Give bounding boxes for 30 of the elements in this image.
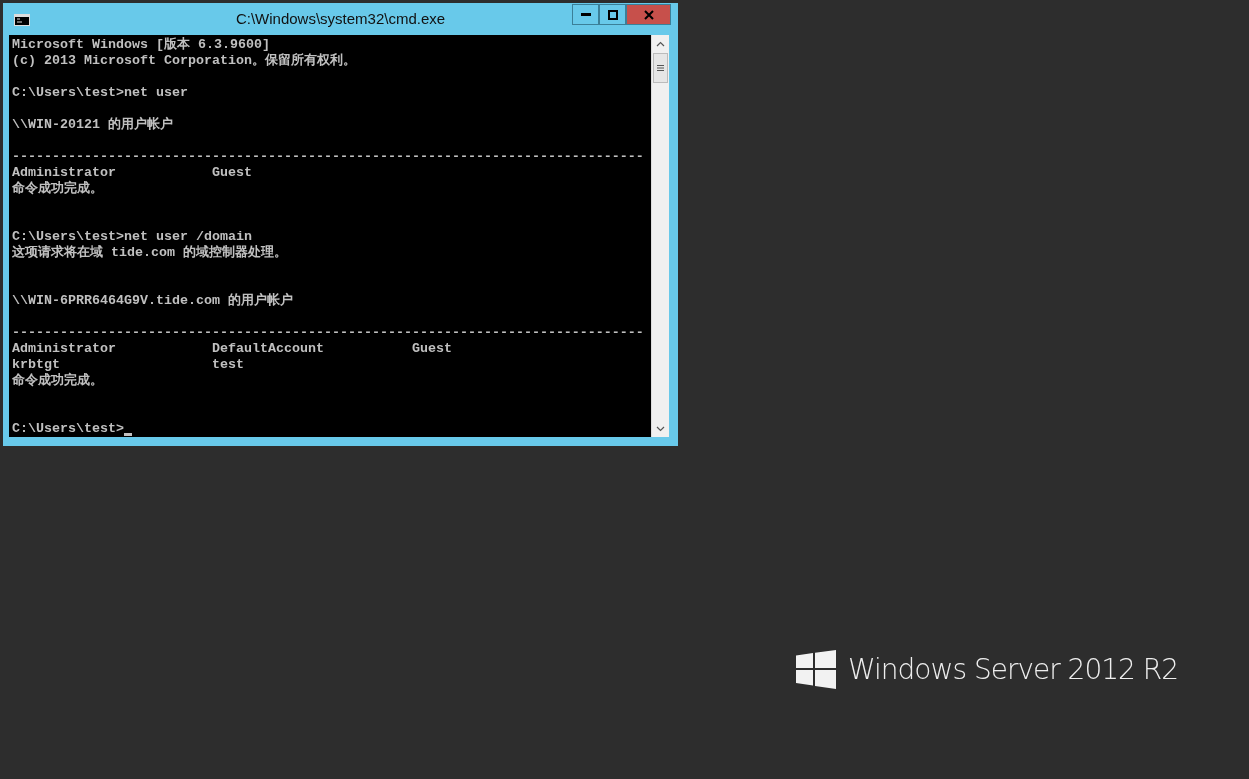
brand-text: Windows Server 2012 R2 bbox=[848, 653, 1179, 686]
chevron-down-icon bbox=[656, 425, 665, 432]
console-line: 这项请求将在域 tide.com 的域控制器处理。 bbox=[12, 245, 287, 261]
console-line: C:\Users\test>net user /domain bbox=[12, 229, 252, 244]
text-cursor bbox=[124, 433, 132, 436]
chevron-up-icon bbox=[656, 40, 665, 47]
command-prompt: C:\Users\test> bbox=[12, 421, 124, 437]
scroll-thumb[interactable] bbox=[653, 53, 668, 83]
close-icon bbox=[643, 9, 654, 20]
console-icon bbox=[14, 14, 30, 26]
console-line: krbtgt test bbox=[12, 357, 244, 372]
maximize-button[interactable] bbox=[599, 4, 626, 25]
console-line: C:\Users\test>net user bbox=[12, 85, 188, 101]
console-line: Administrator Guest bbox=[12, 165, 252, 180]
windows-logo-icon bbox=[796, 650, 836, 689]
console-line: (c) 2013 Microsoft Corporation。保留所有权利。 bbox=[12, 53, 356, 69]
console-line: 命令成功完成。 bbox=[12, 181, 103, 197]
console-line: ------------------------------------------------------------------------------- bbox=[12, 149, 644, 165]
console-line: \\WIN-20121 的用户帐户 bbox=[12, 117, 173, 133]
minimize-icon bbox=[580, 13, 591, 16]
scrollbar[interactable] bbox=[651, 35, 669, 437]
console-line: ------------------------------------------------------------------------------- bbox=[12, 325, 644, 341]
close-button[interactable] bbox=[626, 4, 671, 25]
window-title: C:\Windows\system32\cmd.exe bbox=[235, 10, 446, 27]
console-line: 命令成功完成。 bbox=[12, 373, 103, 389]
console-line: Microsoft Windows [版本 6.3.9600] bbox=[12, 37, 270, 53]
maximize-icon bbox=[607, 9, 618, 20]
console-line: \\WIN-6PRR6464G9V.tide.com 的用户帐户 bbox=[12, 293, 293, 309]
minimize-button[interactable] bbox=[572, 4, 599, 25]
console-line: Administrator DefaultAccount Guest bbox=[12, 341, 452, 357]
